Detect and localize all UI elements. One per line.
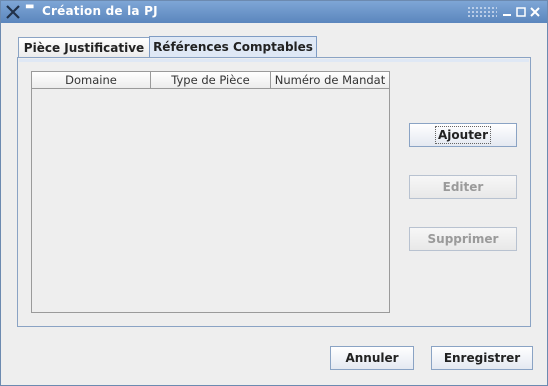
- add-button-label: Ajouter: [435, 126, 491, 144]
- tab-piece-justificative[interactable]: Pièce Justificative: [18, 37, 150, 58]
- panel-highlight: [19, 59, 529, 62]
- column-header-domaine[interactable]: Domaine: [32, 72, 151, 88]
- x-app-icon[interactable]: [5, 4, 21, 20]
- table-header: Domaine Type de Pièce Numéro de Mandat: [32, 72, 389, 89]
- edit-button[interactable]: Editer: [409, 175, 517, 199]
- column-header-type-piece[interactable]: Type de Pièce: [151, 72, 271, 88]
- window-title: Création de la PJ: [42, 4, 158, 18]
- column-header-numero-mandat[interactable]: Numéro de Mandat: [271, 72, 389, 88]
- references-table[interactable]: Domaine Type de Pièce Numéro de Mandat: [31, 71, 390, 313]
- maximize-icon[interactable]: [515, 6, 527, 18]
- title-grip: [467, 6, 497, 18]
- tab-references-comptables[interactable]: Références Comptables: [149, 36, 317, 59]
- minimize-icon[interactable]: [501, 6, 513, 18]
- close-icon[interactable]: [529, 6, 541, 18]
- add-button[interactable]: Ajouter: [409, 123, 517, 147]
- minus-menu-icon[interactable]: ▬: [25, 2, 35, 14]
- title-bar[interactable]: ▬ Création de la PJ: [1, 1, 547, 23]
- save-button[interactable]: Enregistrer: [431, 346, 533, 370]
- delete-button[interactable]: Supprimer: [409, 227, 517, 251]
- dialog-window: ▬ Création de la PJ Pièce Justificative …: [0, 0, 548, 386]
- cancel-button[interactable]: Annuler: [330, 346, 414, 370]
